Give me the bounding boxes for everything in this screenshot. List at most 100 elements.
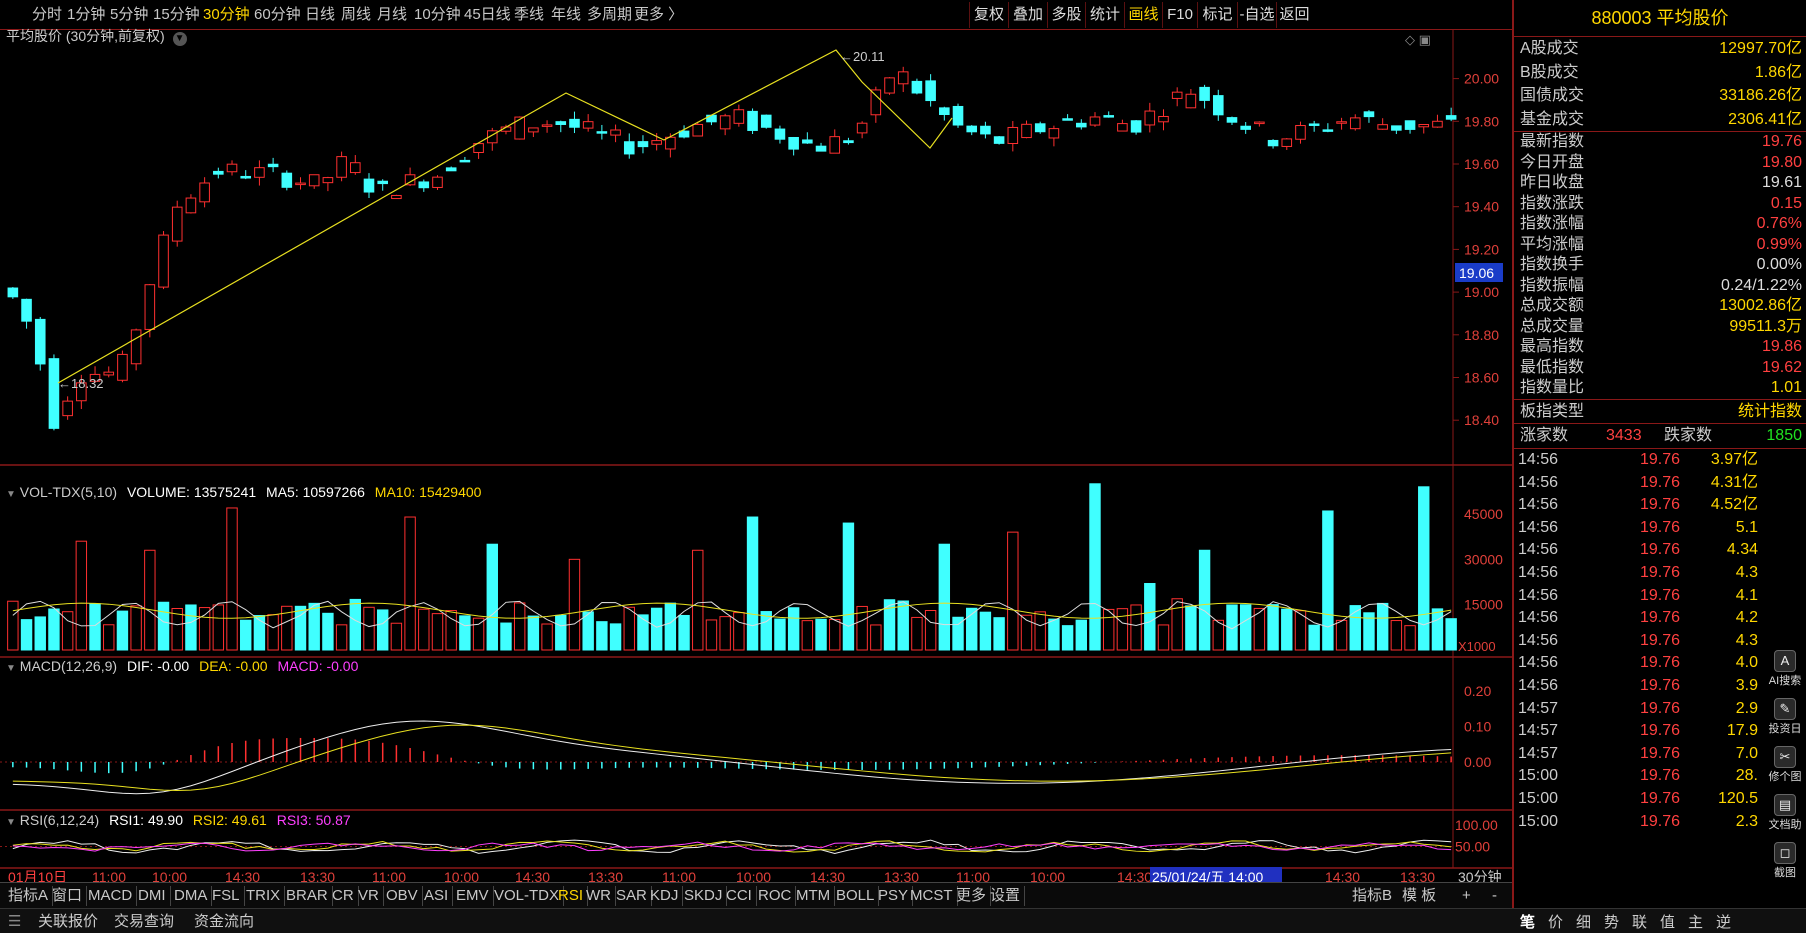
sidebar-tab[interactable]: 逆 — [1716, 911, 1731, 932]
trade-price: 19.76 — [1640, 564, 1681, 582]
indicator-tab[interactable]: 设置 — [986, 886, 1026, 906]
current-price-marker: 19.06 — [1455, 263, 1503, 282]
indicator-tab[interactable]: DMA — [170, 886, 213, 906]
indicator-tab[interactable]: VR — [354, 886, 384, 906]
period-tab[interactable]: 月线 — [377, 0, 407, 30]
volume-bar — [815, 618, 827, 651]
volume-bar — [829, 618, 841, 651]
float-tool[interactable]: A AI搜索 — [1764, 650, 1806, 688]
float-tool-label: 文档助 — [1768, 819, 1802, 831]
tick-trade-list[interactable]: 14:56 19.76 3.97亿 14:56 19.76 4.31亿 14:56 19.76… — [1514, 449, 1806, 833]
macd-tick-label: 0.20 — [1464, 683, 1491, 699]
indicator-right-tab[interactable]: 模 板 — [1398, 886, 1440, 906]
indicator-tab[interactable]: VOL-TDX — [490, 886, 565, 906]
trade-volume: 2.3 — [1735, 812, 1758, 830]
volume-bar — [267, 614, 279, 651]
indicator-tab[interactable]: TRIX — [242, 886, 286, 906]
chevron-down-icon[interactable]: ▼ — [172, 32, 187, 46]
indicator-tab[interactable]: KDJ — [646, 886, 684, 906]
period-tab[interactable]: 45日线 — [464, 0, 511, 30]
sidebar-tab[interactable]: 势 — [1604, 911, 1619, 932]
period-tab[interactable]: 周线 — [341, 0, 371, 30]
toolbar-button[interactable]: F10 — [1162, 2, 1197, 28]
volume-bar — [500, 622, 512, 651]
indicator-tab[interactable]: WR — [582, 886, 616, 906]
float-tool[interactable]: ▤ 文档助 — [1764, 794, 1806, 832]
indicator-tab[interactable]: BRAR — [282, 886, 333, 906]
stat-value: 19.86 — [1761, 338, 1802, 356]
indicator-tab[interactable]: SKDJ — [680, 886, 728, 906]
trade-time: 15:00 — [1518, 812, 1559, 830]
indicator-right-tab[interactable]: 指标B — [1348, 886, 1396, 906]
volume-bar — [130, 605, 142, 651]
indicator-tab[interactable]: 窗口 — [48, 886, 88, 906]
trade-price: 19.76 — [1640, 518, 1681, 536]
period-tab[interactable]: 多周期 — [587, 0, 632, 30]
kline-chart-area[interactable]: 20.00 19.80 19.60 19.40 19.20 19.00 18.80 18.60… — [0, 30, 1512, 882]
trade-time: 14:56 — [1518, 473, 1559, 491]
chart-settings-icons[interactable]: ◇ ▣ — [1405, 32, 1431, 48]
volume-bar — [1157, 624, 1170, 651]
period-tab[interactable]: 30分钟 — [203, 0, 250, 30]
toolbar-button[interactable]: 画线 — [1124, 2, 1162, 28]
candle — [34, 316, 46, 371]
toolbar-button[interactable]: 返回 — [1276, 2, 1312, 28]
indicator-tab[interactable]: FSL — [208, 886, 245, 906]
volume-bar — [527, 615, 540, 651]
float-tool[interactable]: ◻ 截图 — [1764, 842, 1806, 880]
indicator-tab[interactable]: ASI — [420, 886, 454, 906]
volume-bar — [979, 611, 992, 651]
status-link[interactable]: 交易查询 — [114, 911, 174, 932]
indicator-tab[interactable]: CCI — [722, 886, 757, 906]
toolbar-button[interactable]: 多股 — [1047, 2, 1085, 28]
period-tab[interactable]: 日线 — [305, 0, 335, 30]
float-tool[interactable]: ✂ 修个图 — [1764, 746, 1806, 784]
sidebar-title: 880003 平均股价 — [1514, 0, 1806, 37]
indicator-tab[interactable]: MCST — [906, 886, 958, 906]
indicator-tab[interactable]: MACD — [84, 886, 138, 906]
sidebar-tab[interactable]: 细 — [1576, 911, 1591, 932]
toolbar-button[interactable]: 标记 — [1197, 2, 1237, 28]
sidebar-tab[interactable]: 值 — [1660, 911, 1675, 932]
sidebar-tab[interactable]: 笔 — [1520, 911, 1535, 932]
indicator-tab[interactable]: OBV — [382, 886, 423, 906]
float-tool[interactable]: ✎ 投资日 — [1764, 698, 1806, 736]
indicator-right-tab[interactable]: + — [1458, 886, 1475, 906]
toolbar-button[interactable]: 叠加 — [1008, 2, 1047, 28]
volume-bar — [787, 607, 800, 651]
index-stats: 最新指数 19.76 今日开盘 19.80 昨日收盘 19.61 指数涨跌 0.15 指数涨幅 0… — [1514, 132, 1806, 399]
period-toolbar: 分时 1分钟 5分钟 15分钟 30分钟 60分钟 日线 周线 月线 10分钟 45日线 季线 年线 多周… — [0, 0, 1512, 30]
volume-tick-label: 15000 — [1464, 597, 1503, 613]
status-link[interactable]: 关联报价 — [38, 911, 98, 932]
sidebar-tab[interactable]: 价 — [1548, 911, 1563, 932]
period-tab[interactable]: 更多 〉 — [634, 0, 683, 30]
menu-icon[interactable]: ☰ — [8, 911, 21, 932]
period-tab[interactable]: 10分钟 — [414, 0, 461, 30]
indicator-tab[interactable]: 指标A — [4, 886, 54, 906]
chevron-down-icon[interactable]: ▼ — [6, 817, 16, 828]
stat-row: 最新指数 19.76 — [1514, 132, 1806, 153]
indicator-tab[interactable]: MTM — [792, 886, 836, 906]
sidebar-tab[interactable]: 联 — [1632, 911, 1647, 932]
period-tab[interactable]: 季线 — [514, 0, 544, 30]
indicator-tab[interactable]: EMV — [452, 886, 494, 906]
sidebar-tab[interactable]: 主 — [1688, 911, 1703, 932]
volume-bar — [459, 615, 471, 651]
indicator-tab[interactable]: DMI — [134, 886, 171, 906]
indicator-tab[interactable]: BOLL — [832, 886, 880, 906]
status-link[interactable]: 资金流向 — [194, 911, 254, 932]
time-axis-label: 14:30 — [1117, 869, 1152, 882]
volume-panel-label: VOL-TDX(5,10) — [19, 484, 118, 500]
period-tab[interactable]: 60分钟 — [254, 0, 301, 30]
toolbar-button[interactable]: 复权 — [969, 2, 1008, 28]
indicator-tab[interactable]: ROC — [754, 886, 797, 906]
volume-bar — [1239, 604, 1252, 651]
indicator-right-tab[interactable]: - — [1488, 886, 1501, 906]
chevron-down-icon[interactable]: ▼ — [6, 489, 16, 500]
stat-label: 基金成交 — [1520, 110, 1585, 128]
toolbar-button[interactable]: 统计 — [1085, 2, 1124, 28]
toolbar-button[interactable]: -自选 — [1237, 2, 1276, 28]
period-tab[interactable]: 年线 — [551, 0, 581, 30]
trade-row: 14:57 19.76 17.9 — [1514, 720, 1806, 743]
chevron-down-icon[interactable]: ▼ — [6, 663, 16, 674]
